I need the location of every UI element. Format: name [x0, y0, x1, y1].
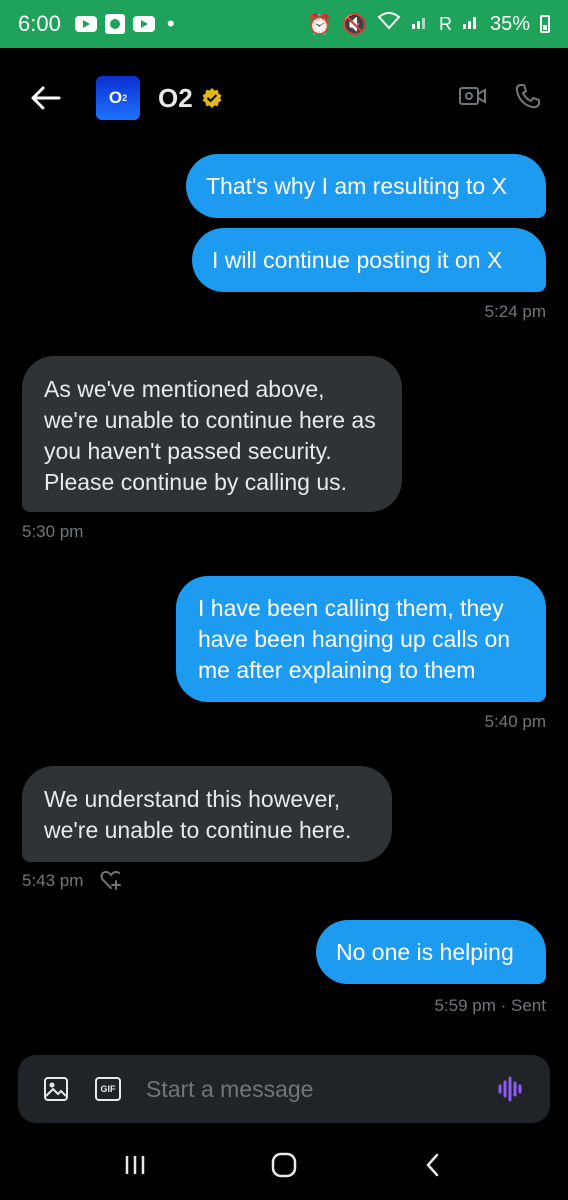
message-composer: GIF — [18, 1055, 550, 1123]
status-time: 6:00 — [18, 11, 61, 36]
home-icon[interactable] — [254, 1140, 314, 1190]
message-text: No one is helping — [336, 939, 514, 965]
camera-app-icon — [104, 14, 125, 34]
video-call-icon[interactable] — [458, 84, 488, 113]
battery-text: 35% — [489, 12, 530, 35]
mute-icon: 🔇 — [342, 13, 367, 36]
recent-apps-icon[interactable] — [105, 1140, 165, 1190]
alarm-icon: ⏰ — [307, 13, 333, 36]
message-timestamp: 5:43 pm — [22, 871, 84, 890]
image-icon[interactable] — [42, 1075, 70, 1103]
battery-icon — [540, 15, 550, 33]
youtube-icon — [74, 16, 97, 32]
status-bar: 6:00 • ⏰ 🔇 R 35% — [0, 0, 568, 48]
back-nav-icon[interactable] — [403, 1140, 463, 1190]
message-timestamp: 5:24 pm — [484, 302, 546, 321]
wifi-icon — [377, 12, 401, 36]
conversation-header: O2 O2 — [0, 48, 568, 148]
voice-message-icon[interactable] — [496, 1074, 526, 1104]
message-bubble-sent[interactable]: No one is helping — [316, 920, 546, 984]
verified-badge-icon — [201, 87, 223, 109]
gif-icon[interactable]: GIF — [94, 1075, 122, 1103]
avatar[interactable]: O2 — [96, 76, 140, 120]
message-bubble-sent[interactable]: I will continue posting it on X — [192, 228, 546, 292]
phone-call-icon[interactable] — [514, 82, 542, 115]
contact-name[interactable]: O2 — [158, 83, 193, 114]
message-text: As we've mentioned above, we're unable t… — [44, 376, 376, 495]
message-bubble-sent[interactable]: That's why I am resulting to X — [186, 154, 546, 218]
message-thread: That's why I am resulting to X I will co… — [0, 136, 568, 1048]
message-status: 5:59 pm · Sent — [434, 996, 546, 1015]
heart-plus-icon[interactable] — [100, 869, 122, 891]
gif-label: GIF — [95, 1077, 121, 1101]
avatar-subscript: 2 — [122, 93, 128, 103]
message-bubble-sent[interactable]: I have been calling them, they have been… — [176, 576, 546, 702]
back-arrow-icon[interactable] — [26, 78, 66, 118]
message-text: That's why I am resulting to X — [206, 173, 507, 199]
youtube-icon — [132, 16, 155, 32]
message-text: I will continue posting it on X — [212, 247, 503, 273]
message-input[interactable] — [146, 1075, 496, 1103]
system-navigation-bar — [0, 1130, 568, 1200]
message-text: I have been calling them, they have been… — [198, 595, 511, 683]
signal-label: R — [438, 13, 452, 34]
message-timestamp: 5:40 pm — [484, 712, 546, 731]
message-timestamp: 5:30 pm — [22, 522, 84, 541]
signal-icon-2 — [462, 12, 480, 36]
message-text: We understand this however, we're unable… — [44, 786, 352, 843]
signal-icon — [411, 12, 429, 36]
message-bubble-received[interactable]: We understand this however, we're unable… — [22, 766, 392, 862]
notification-dot-icon: • — [166, 11, 175, 36]
message-bubble-received[interactable]: As we've mentioned above, we're unable t… — [22, 356, 402, 512]
avatar-letter: O — [108, 88, 123, 107]
